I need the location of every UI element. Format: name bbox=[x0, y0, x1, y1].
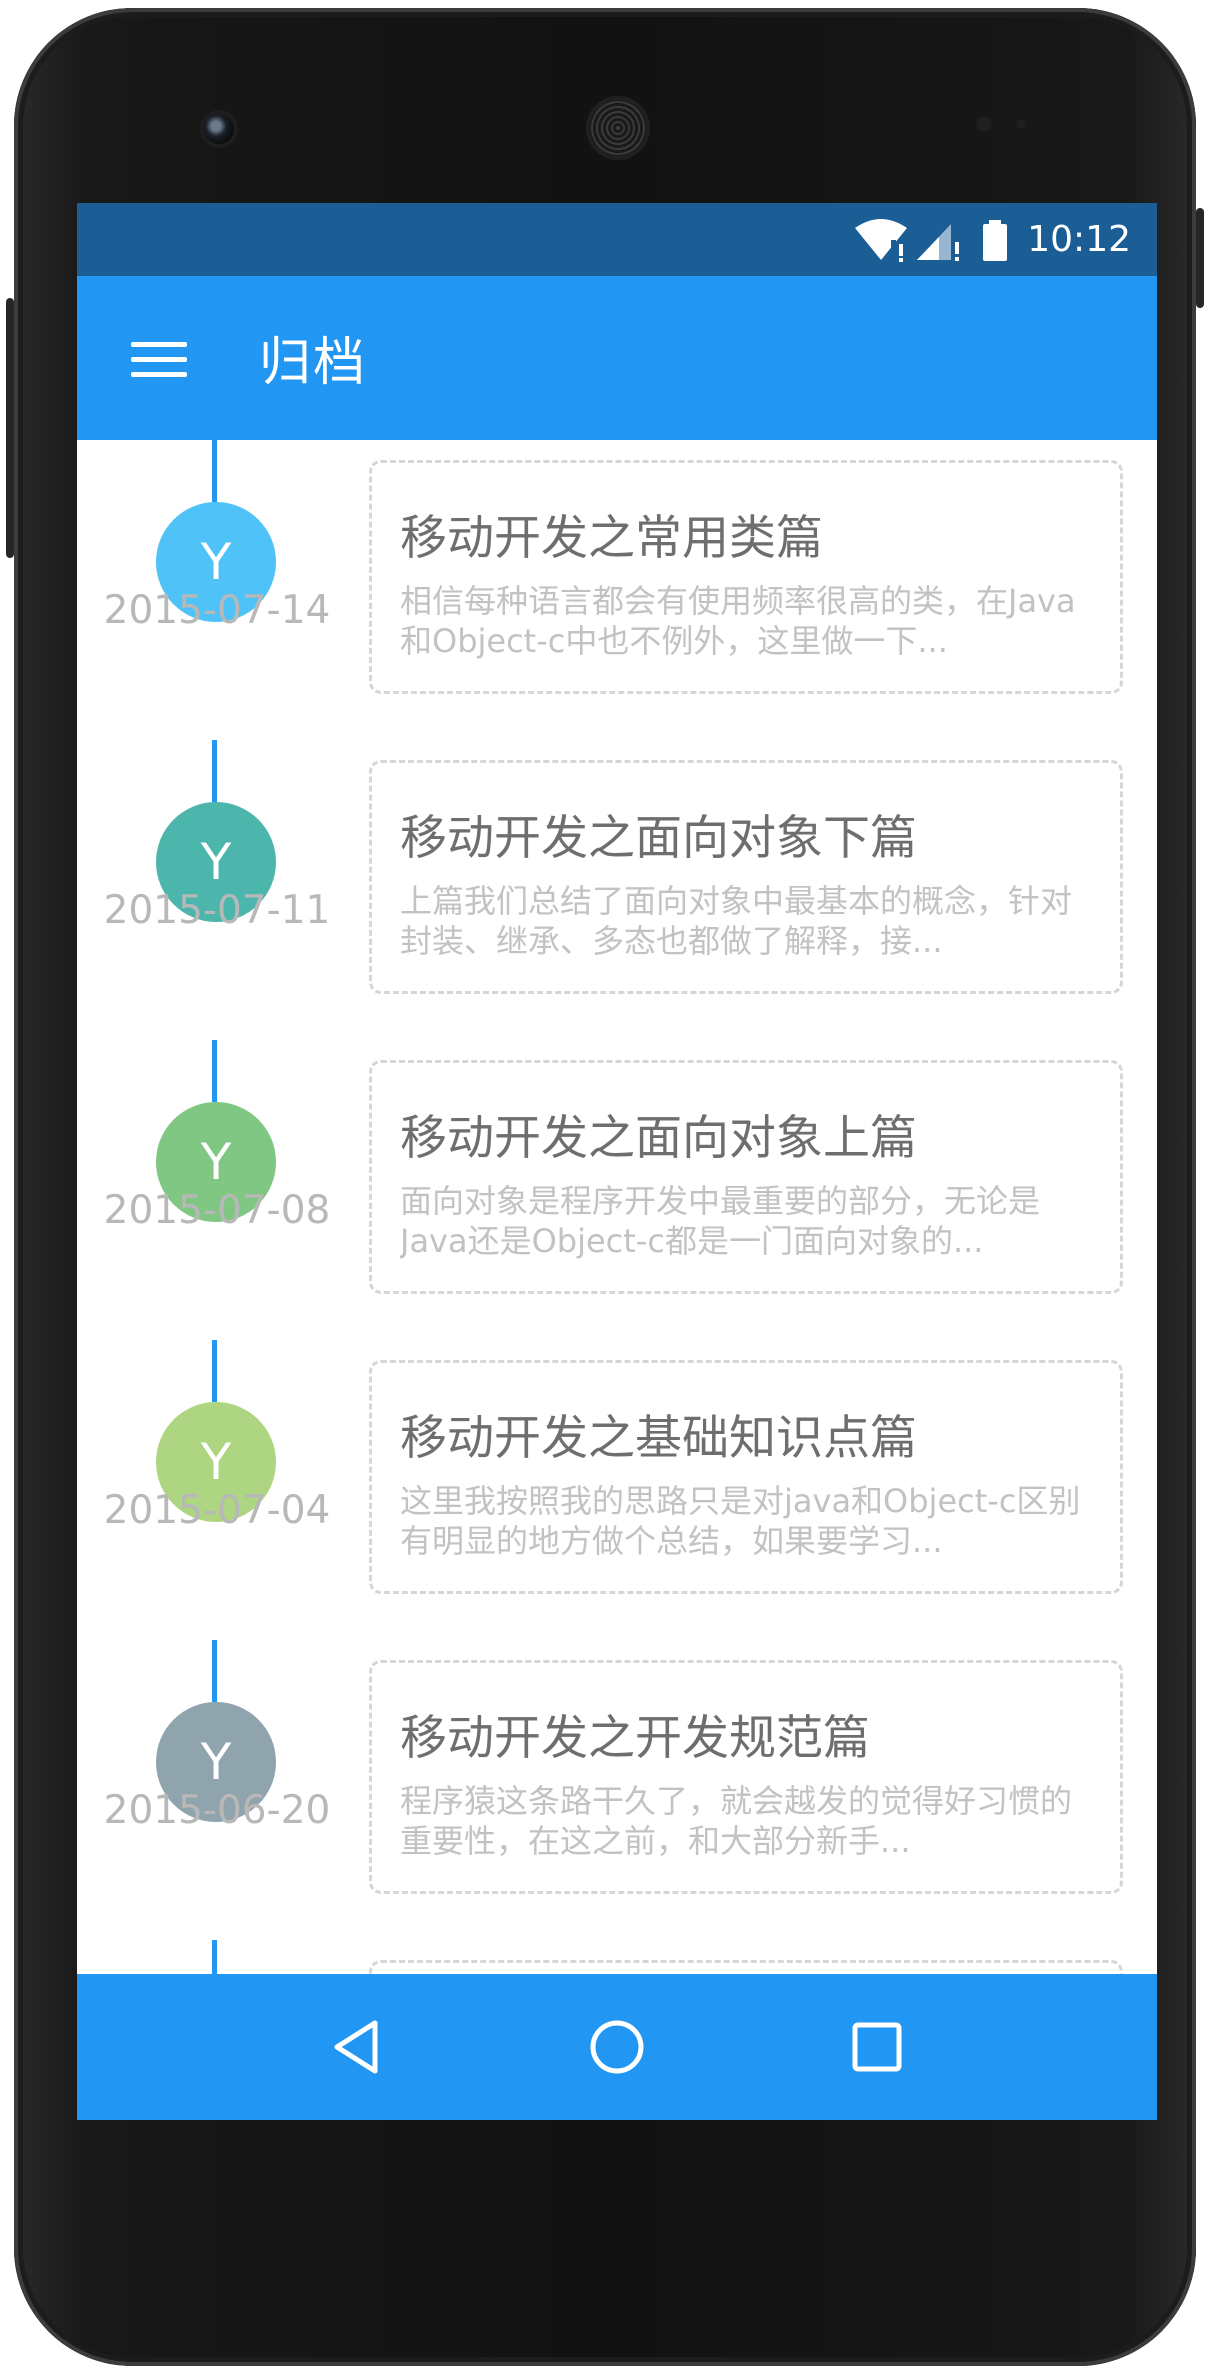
post-title: 移动开发之开发规范篇 bbox=[400, 1711, 870, 1766]
timeline-line bbox=[212, 1940, 217, 1974]
earpiece-speaker bbox=[590, 100, 646, 156]
timeline-line bbox=[212, 1340, 217, 1402]
phone-frame: 10:12 归档 Y 2015-07-14 移动开发之常用类篇 相信每种语言都会… bbox=[6, 8, 1204, 2366]
post-card[interactable] bbox=[369, 1960, 1123, 1974]
timeline-item: Y 2015-07-04 移动开发之基础知识点篇 这里我按照我的思路只是对jav… bbox=[77, 1340, 1157, 1640]
page-title: 归档 bbox=[259, 333, 368, 393]
post-date: 2015-06-20 bbox=[103, 1788, 331, 1833]
back-icon[interactable] bbox=[317, 2007, 397, 2087]
post-date: 2015-07-04 bbox=[103, 1488, 331, 1533]
timeline-item-partial bbox=[77, 1940, 1157, 1974]
post-card[interactable]: 移动开发之面向对象上篇 面向对象是程序开发中最重要的部分，无论是Java还是Ob… bbox=[369, 1060, 1123, 1294]
power-button bbox=[6, 298, 14, 558]
navigation-bar bbox=[77, 1974, 1157, 2120]
timeline-line bbox=[212, 440, 217, 502]
app-bar: 归档 bbox=[77, 276, 1157, 440]
cell-signal-icon bbox=[917, 223, 960, 261]
timeline-item: Y 2015-06-20 移动开发之开发规范篇 程序猿这条路干久了，就会越发的觉… bbox=[77, 1640, 1157, 1940]
post-excerpt: 这里我按照我的思路只是对java和Object-c区别有明显的地方做个总结，如果… bbox=[400, 1482, 1081, 1560]
post-date: 2015-07-14 bbox=[103, 588, 331, 633]
post-card[interactable]: 移动开发之面向对象下篇 上篇我们总结了面向对象中最基本的概念，针对封装、继承、多… bbox=[369, 760, 1123, 994]
timeline-line bbox=[212, 1640, 217, 1702]
screen: 10:12 归档 Y 2015-07-14 移动开发之常用类篇 相信每种语言都会… bbox=[77, 203, 1157, 2120]
wifi-icon bbox=[855, 218, 908, 262]
light-sensor bbox=[1016, 119, 1026, 129]
archive-timeline-list[interactable]: Y 2015-07-14 移动开发之常用类篇 相信每种语言都会有使用频率很高的类… bbox=[77, 440, 1157, 1974]
post-card[interactable]: 移动开发之开发规范篇 程序猿这条路干久了，就会越发的觉得好习惯的重要性，在这之前… bbox=[369, 1660, 1123, 1894]
post-excerpt: 程序猿这条路干久了，就会越发的觉得好习惯的重要性，在这之前，和大部分新手... bbox=[400, 1782, 1073, 1860]
post-title: 移动开发之面向对象下篇 bbox=[400, 811, 917, 866]
timeline-item: Y 2015-07-14 移动开发之常用类篇 相信每种语言都会有使用频率很高的类… bbox=[77, 440, 1157, 740]
volume-button bbox=[1196, 208, 1204, 308]
post-card[interactable]: 移动开发之基础知识点篇 这里我按照我的思路只是对java和Object-c区别有… bbox=[369, 1360, 1123, 1594]
timeline-line bbox=[212, 1040, 217, 1102]
recents-icon[interactable] bbox=[837, 2007, 917, 2087]
post-date: 2015-07-11 bbox=[103, 888, 331, 933]
post-title: 移动开发之基础知识点篇 bbox=[400, 1411, 917, 1466]
post-date: 2015-07-08 bbox=[103, 1188, 331, 1233]
status-icons: 10:12 bbox=[853, 203, 1157, 276]
front-camera bbox=[204, 114, 234, 144]
timeline-line bbox=[212, 740, 217, 802]
status-time: 10:12 bbox=[1027, 219, 1131, 260]
proximity-sensor bbox=[976, 116, 992, 132]
post-title: 移动开发之常用类篇 bbox=[400, 511, 823, 566]
battery-icon bbox=[983, 219, 1008, 261]
timeline-item: Y 2015-07-11 移动开发之面向对象下篇 上篇我们总结了面向对象中最基本… bbox=[77, 740, 1157, 1040]
status-bar: 10:12 bbox=[77, 203, 1157, 276]
post-excerpt: 面向对象是程序开发中最重要的部分，无论是Java还是Object-c都是一门面向… bbox=[400, 1182, 1041, 1260]
post-title: 移动开发之面向对象上篇 bbox=[400, 1111, 917, 1166]
timeline-item: Y 2015-07-08 移动开发之面向对象上篇 面向对象是程序开发中最重要的部… bbox=[77, 1040, 1157, 1340]
home-icon[interactable] bbox=[577, 2007, 657, 2087]
menu-icon[interactable] bbox=[129, 328, 189, 388]
post-card[interactable]: 移动开发之常用类篇 相信每种语言都会有使用频率很高的类，在Java和Object… bbox=[369, 460, 1123, 694]
post-excerpt: 相信每种语言都会有使用频率很高的类，在Java和Object-c中也不例外，这里… bbox=[400, 582, 1076, 660]
post-excerpt: 上篇我们总结了面向对象中最基本的概念，针对封装、继承、多态也都做了解释，接... bbox=[400, 882, 1073, 960]
